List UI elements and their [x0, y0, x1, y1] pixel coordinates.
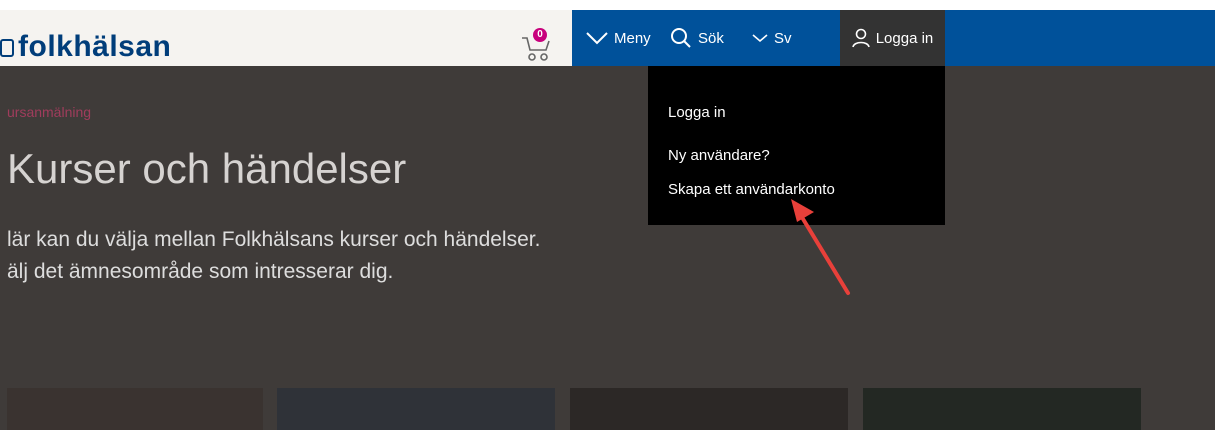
search-icon: [671, 28, 691, 48]
nav-fill: [945, 10, 1215, 66]
page-title: Kurser och händelser: [7, 145, 407, 192]
login-button[interactable]: Logga in: [840, 10, 945, 66]
chevron-down-icon: [586, 32, 608, 45]
search-label: Sök: [698, 29, 724, 47]
chevron-down-icon: [752, 34, 768, 43]
logo-mark-icon: [0, 39, 14, 58]
intro-line-2: älj det ämnesområde som intresserar dig.: [7, 260, 394, 283]
login-label: Logga in: [875, 29, 934, 47]
category-card[interactable]: [277, 388, 555, 430]
logo-text: folkhälsan: [18, 30, 172, 63]
dropdown-login-link[interactable]: Logga in: [668, 104, 726, 121]
menu-label: Meny: [614, 29, 651, 47]
category-cards: [7, 388, 1215, 430]
login-dropdown: Logga in Ny användare? Skapa ett använda…: [648, 66, 945, 225]
search-button[interactable]: Sök: [670, 10, 724, 66]
cart-count-badge: 0: [533, 28, 547, 42]
dropdown-create-account-link[interactable]: Skapa ett användarkonto: [668, 181, 835, 198]
category-card[interactable]: [7, 388, 263, 430]
dropdown-new-user-label: Ny användare?: [668, 147, 770, 164]
language-selector[interactable]: Sv: [752, 10, 792, 66]
breadcrumb[interactable]: ursanmälning: [7, 104, 91, 120]
category-card[interactable]: [863, 388, 1141, 430]
menu-button[interactable]: Meny: [586, 10, 651, 66]
category-card[interactable]: [570, 388, 848, 430]
logo[interactable]: folkhälsan: [0, 30, 171, 64]
intro-line-1: lär kan du välja mellan Folkhälsans kurs…: [7, 228, 541, 251]
cart-button[interactable]: 0: [520, 28, 554, 64]
language-label: Sv: [774, 29, 792, 47]
brand-bar: folkhälsan 0: [0, 10, 572, 66]
user-icon: [851, 28, 870, 48]
intro-text: lär kan du välja mellan Folkhälsans kurs…: [7, 224, 540, 288]
